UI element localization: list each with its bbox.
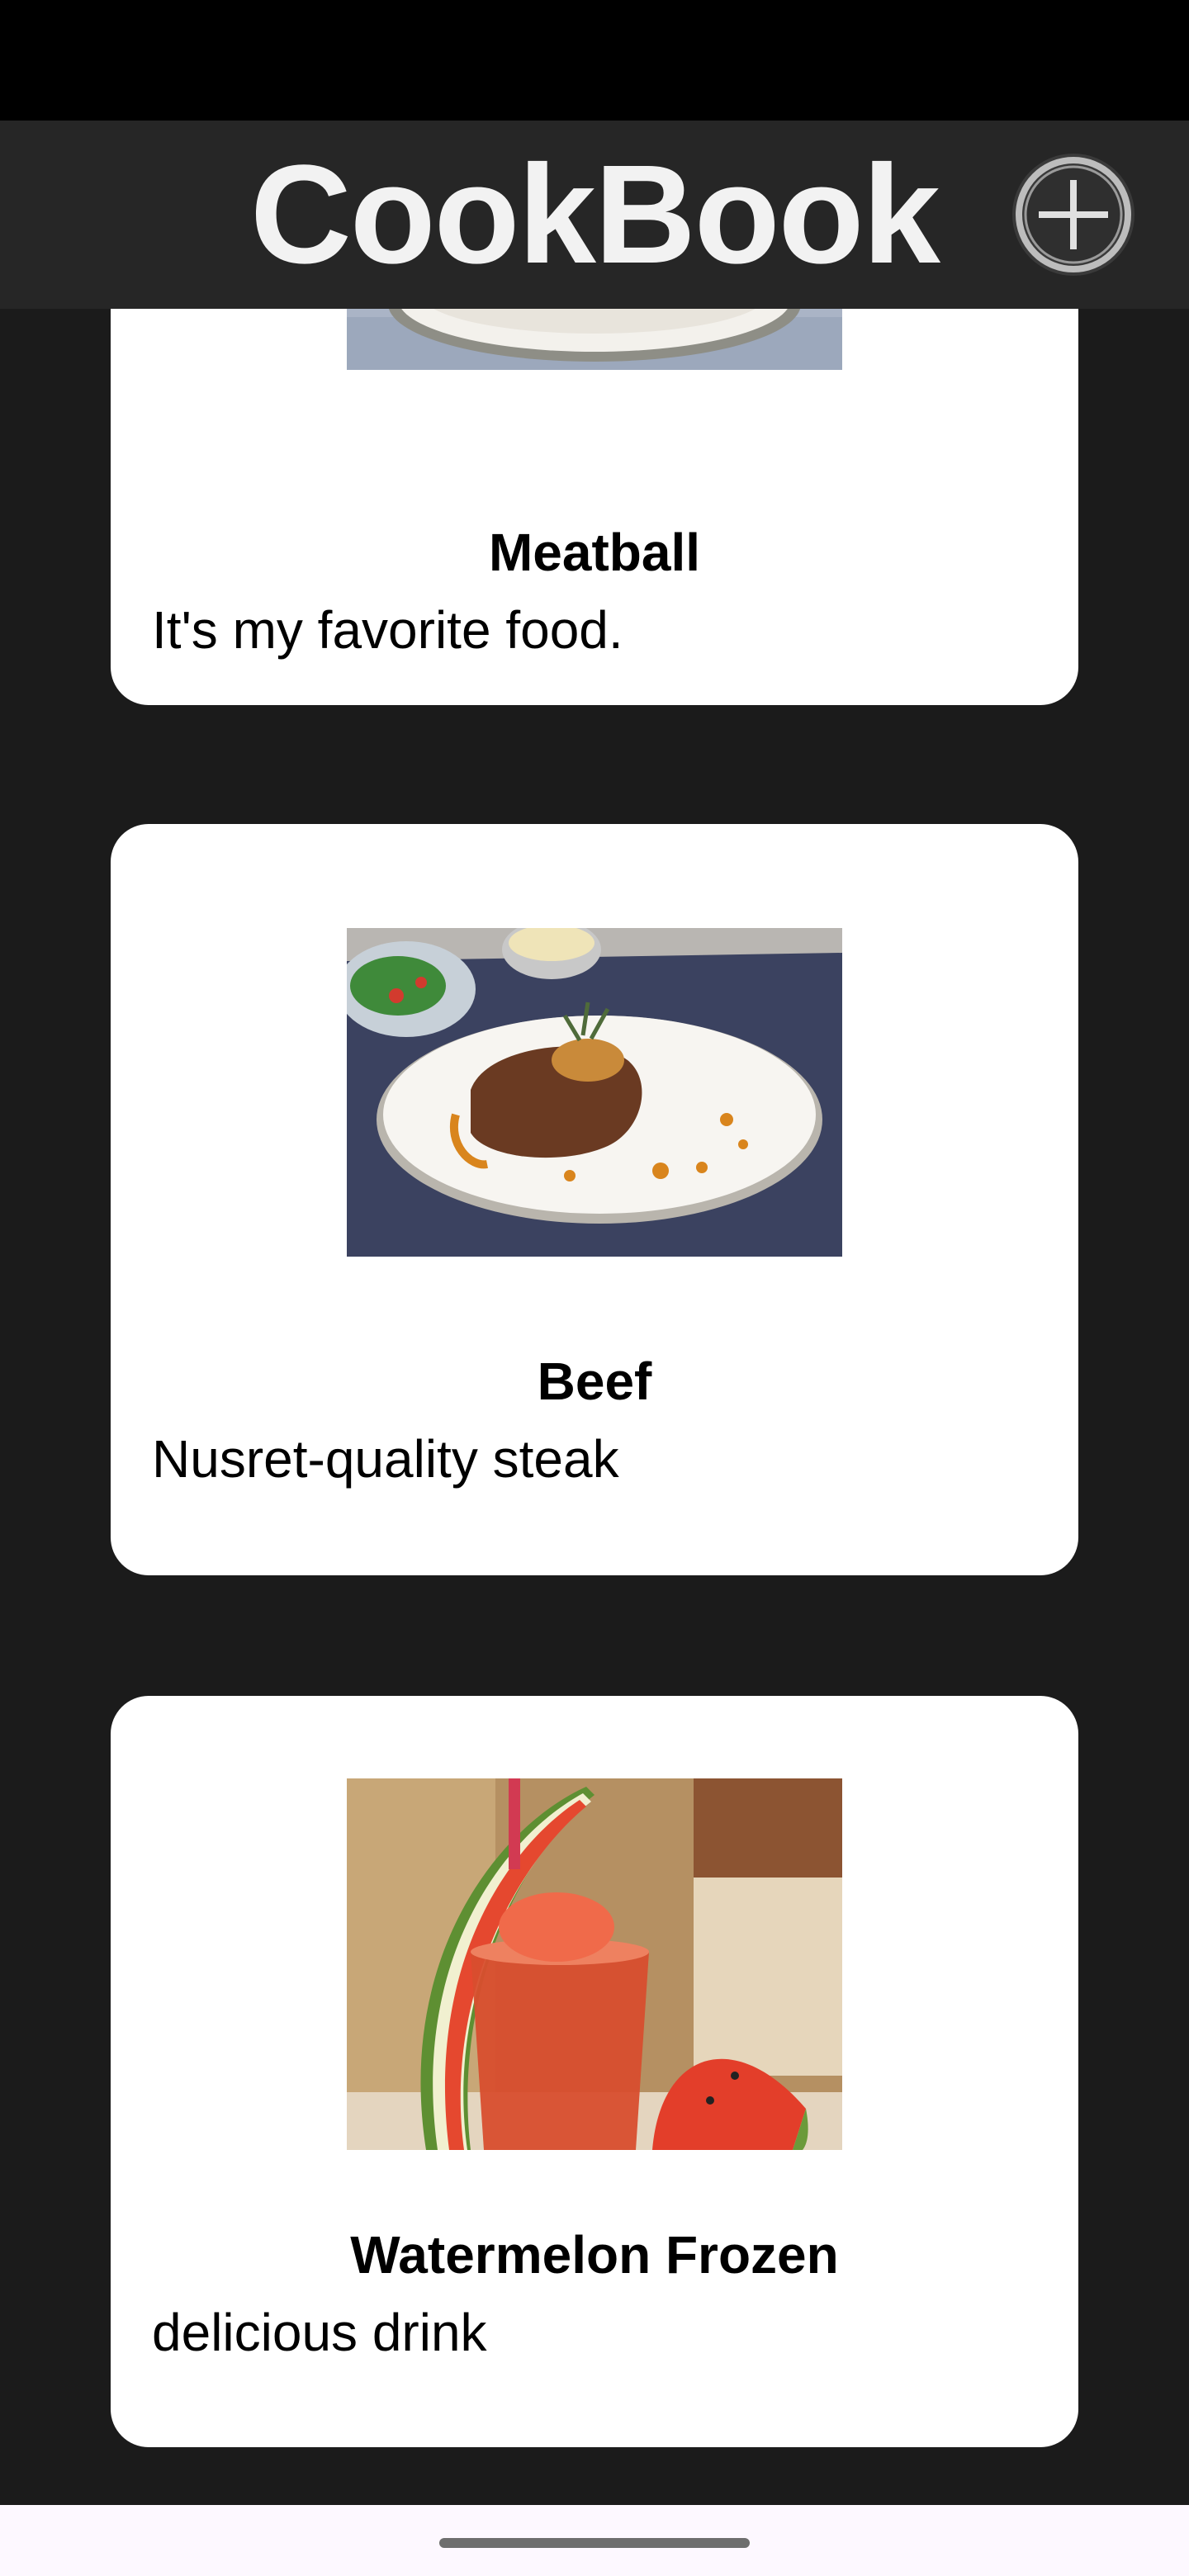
system-nav-bar — [0, 2505, 1189, 2576]
recipe-description: It's my favorite food. — [152, 600, 623, 660]
recipe-card[interactable]: Beef Nusret-quality steak — [111, 824, 1078, 1575]
watermelon-drink-photo — [347, 1778, 842, 2150]
meatball-photo — [347, 309, 842, 370]
home-indicator[interactable] — [439, 2538, 750, 2548]
status-bar — [0, 0, 1189, 121]
recipe-card[interactable]: Watermelon Frozen delicious drink — [111, 1696, 1078, 2447]
add-recipe-button[interactable] — [1009, 150, 1138, 279]
recipe-name: Watermelon Frozen — [350, 2225, 839, 2285]
steak-plate-photo — [347, 928, 842, 1257]
recipe-card[interactable]: Meatball It's my favorite food. — [111, 309, 1078, 705]
recipe-name: Meatball — [488, 523, 701, 582]
recipe-description: delicious drink — [152, 2303, 487, 2362]
plus-circle-icon — [1012, 154, 1135, 276]
recipe-list[interactable]: Meatball It's my favorite food. Beef Nus… — [0, 309, 1189, 2505]
recipe-name: Beef — [537, 1352, 652, 1411]
recipe-description: Nusret-quality steak — [152, 1429, 619, 1489]
